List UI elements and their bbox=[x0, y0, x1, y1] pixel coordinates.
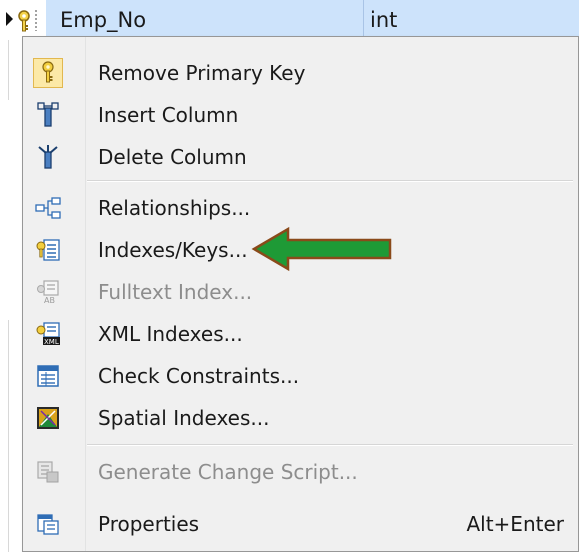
menu-item-spatial-indexes[interactable]: Spatial Indexes... bbox=[25, 397, 576, 439]
column-name-cell[interactable]: Emp_No bbox=[46, 0, 364, 40]
menu-item-label: Insert Column bbox=[98, 103, 239, 127]
row-selector[interactable] bbox=[0, 0, 46, 40]
key-icon bbox=[33, 58, 63, 88]
menu-item-label: Delete Column bbox=[98, 145, 247, 169]
menu-item-check-constraints[interactable]: Check Constraints... bbox=[25, 355, 576, 397]
menu-item-label: Remove Primary Key bbox=[98, 61, 306, 85]
menu-item-properties[interactable]: Properties Alt+Enter bbox=[25, 503, 576, 545]
menu-item-shortcut: Alt+Enter bbox=[466, 512, 564, 536]
context-menu: Remove Primary Key Insert Column Delete … bbox=[22, 36, 579, 552]
menu-item-remove-primary-key[interactable]: Remove Primary Key bbox=[25, 52, 576, 94]
relationships-icon bbox=[33, 193, 63, 223]
menu-item-label: Check Constraints... bbox=[98, 364, 300, 388]
xml-indexes-icon: XML bbox=[33, 319, 63, 349]
data-type-cell[interactable]: int bbox=[364, 0, 579, 40]
svg-text:AB: AB bbox=[44, 296, 55, 304]
insert-column-icon bbox=[33, 100, 63, 130]
menu-item-label: XML Indexes... bbox=[98, 322, 243, 346]
spatial-indexes-icon bbox=[33, 403, 63, 433]
green-arrow-icon bbox=[251, 226, 392, 272]
grid-border-line bbox=[8, 320, 9, 552]
menu-item-fulltext-index[interactable]: AB Fulltext Index... bbox=[25, 271, 576, 313]
menu-item-label: Generate Change Script... bbox=[98, 460, 358, 484]
menu-separator bbox=[87, 444, 573, 446]
generate-script-icon bbox=[33, 457, 63, 487]
annotation-arrow bbox=[250, 226, 395, 272]
menu-item-xml-indexes[interactable]: XML XML Indexes... bbox=[25, 313, 576, 355]
menu-item-insert-column[interactable]: Insert Column bbox=[25, 94, 576, 136]
menu-separator bbox=[87, 180, 573, 182]
primary-key-row-icon bbox=[6, 10, 37, 32]
column-grid-row[interactable]: Emp_No int bbox=[0, 0, 579, 40]
indexes-keys-icon bbox=[33, 235, 63, 265]
menu-item-generate-change-script[interactable]: Generate Change Script... bbox=[25, 451, 576, 493]
delete-column-icon bbox=[33, 142, 63, 172]
menu-item-label: Relationships... bbox=[98, 196, 251, 220]
check-constraints-icon bbox=[33, 361, 63, 391]
fulltext-index-icon: AB bbox=[33, 277, 63, 307]
menu-item-label: Properties bbox=[98, 512, 200, 536]
menu-item-label: Spatial Indexes... bbox=[98, 406, 270, 430]
grid-border-line bbox=[8, 40, 9, 100]
properties-icon bbox=[33, 509, 63, 539]
menu-item-delete-column[interactable]: Delete Column bbox=[25, 136, 576, 178]
menu-item-relationships[interactable]: Relationships... bbox=[25, 187, 576, 229]
menu-item-label: Indexes/Keys... bbox=[98, 238, 248, 262]
menu-item-label: Fulltext Index... bbox=[98, 280, 253, 304]
svg-text:XML: XML bbox=[44, 338, 59, 346]
